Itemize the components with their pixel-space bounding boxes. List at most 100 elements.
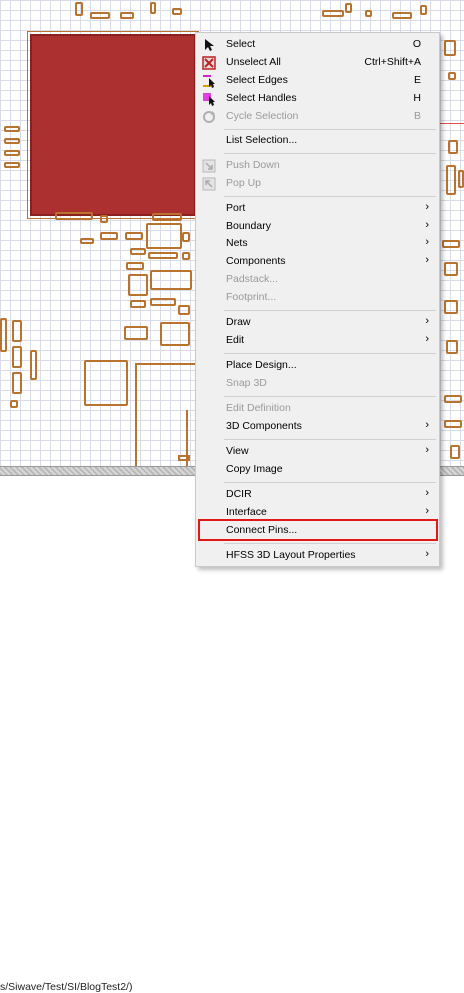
pad[interactable] (55, 212, 93, 220)
menu-separator (224, 196, 436, 197)
menu-item-hfss-3d-layout-properties[interactable]: HFSS 3D Layout Properties › (196, 547, 439, 565)
pad[interactable] (442, 240, 460, 248)
pad[interactable] (444, 395, 462, 403)
pad[interactable] (4, 126, 20, 132)
menu-item-copy-image[interactable]: Copy Image (196, 461, 439, 479)
submenu-arrow-icon: › (425, 219, 429, 231)
pad[interactable] (120, 12, 134, 19)
pad[interactable] (392, 12, 412, 19)
pad[interactable] (152, 213, 182, 221)
pad[interactable] (448, 72, 456, 80)
pad[interactable] (444, 40, 456, 56)
pad[interactable] (124, 326, 148, 340)
submenu-arrow-icon: › (425, 315, 429, 327)
submenu-arrow-icon: › (425, 444, 429, 456)
pad[interactable] (100, 232, 118, 240)
pad[interactable] (150, 2, 156, 14)
menu-item-nets[interactable]: Nets › (196, 235, 439, 253)
submenu-arrow-icon: › (425, 201, 429, 213)
menu-item-components[interactable]: Components › (196, 253, 439, 271)
pad[interactable] (12, 346, 22, 368)
pad[interactable] (126, 262, 144, 270)
pad[interactable] (446, 340, 458, 354)
pad[interactable] (450, 445, 460, 459)
menu-item-place-design[interactable]: Place Design... (196, 357, 439, 375)
pad[interactable] (182, 232, 190, 242)
pad[interactable] (4, 162, 20, 168)
push-down-icon (202, 159, 216, 173)
pad[interactable] (444, 300, 458, 314)
pad[interactable] (90, 12, 110, 19)
pad[interactable] (322, 10, 344, 17)
pad[interactable] (30, 350, 37, 380)
pad[interactable] (4, 150, 20, 156)
pad[interactable] (146, 223, 182, 249)
context-menu[interactable]: Select O Unselect All Ctrl+Shift+A Selec… (195, 32, 440, 567)
menu-separator (224, 353, 436, 354)
copper-plane[interactable] (30, 34, 196, 216)
pad[interactable] (150, 298, 176, 306)
pad[interactable] (446, 165, 456, 195)
pad[interactable] (100, 215, 108, 223)
pad[interactable] (4, 138, 20, 144)
trace (135, 363, 195, 365)
pad[interactable] (12, 372, 22, 394)
menu-item-port[interactable]: Port › (196, 200, 439, 218)
pop-up-icon (202, 177, 216, 191)
menu-item-boundary[interactable]: Boundary › (196, 218, 439, 236)
trace (135, 363, 137, 466)
cursor-arrow-icon (202, 38, 216, 52)
pad[interactable] (444, 262, 458, 276)
menu-item-3d-components[interactable]: 3D Components › (196, 418, 439, 436)
pad[interactable] (148, 252, 178, 259)
menu-item-footprint[interactable]: Footprint... (196, 289, 439, 307)
submenu-arrow-icon: › (425, 487, 429, 499)
menu-item-select-handles[interactable]: Select Handles H (196, 90, 439, 108)
menu-separator (224, 439, 436, 440)
pad[interactable] (182, 252, 190, 260)
menu-item-cycle-selection[interactable]: Cycle Selection B (196, 108, 439, 126)
menu-item-unselect-all[interactable]: Unselect All Ctrl+Shift+A (196, 54, 439, 72)
pad[interactable] (150, 270, 192, 290)
pad[interactable] (12, 320, 22, 342)
pad[interactable] (420, 5, 427, 15)
submenu-arrow-icon: › (425, 419, 429, 431)
pad[interactable] (178, 455, 190, 461)
menu-item-edit-definition[interactable]: Edit Definition (196, 400, 439, 418)
pad[interactable] (130, 248, 146, 255)
trace (440, 123, 464, 124)
menu-item-select-edges[interactable]: Select Edges E (196, 72, 439, 90)
menu-separator (224, 396, 436, 397)
pad[interactable] (345, 3, 352, 13)
menu-item-list-selection[interactable]: List Selection... (196, 132, 439, 150)
pad[interactable] (0, 318, 7, 352)
pad[interactable] (172, 8, 182, 15)
pad[interactable] (80, 238, 94, 244)
pad[interactable] (128, 274, 148, 296)
menu-item-padstack[interactable]: Padstack... (196, 271, 439, 289)
select-edges-icon (202, 74, 216, 88)
pad[interactable] (448, 140, 458, 154)
pad[interactable] (365, 10, 372, 17)
menu-item-push-down[interactable]: Push Down (196, 157, 439, 175)
pad[interactable] (444, 420, 462, 428)
pad[interactable] (178, 305, 190, 315)
menu-separator (224, 153, 436, 154)
menu-item-draw[interactable]: Draw › (196, 314, 439, 332)
submenu-arrow-icon: › (425, 548, 429, 560)
project-path-text: s/Siwave/Test/SI/BlogTest2/) (0, 981, 133, 993)
menu-item-view[interactable]: View › (196, 443, 439, 461)
pad[interactable] (130, 300, 146, 308)
menu-item-dcir[interactable]: DCIR › (196, 486, 439, 504)
pad[interactable] (160, 322, 190, 346)
menu-item-edit[interactable]: Edit › (196, 332, 439, 350)
select-handles-icon (202, 92, 216, 106)
pad[interactable] (125, 232, 143, 240)
menu-item-select[interactable]: Select O (196, 36, 439, 54)
pad[interactable] (10, 400, 18, 408)
pad[interactable] (458, 170, 464, 188)
pad[interactable] (84, 360, 128, 406)
menu-item-snap-3d[interactable]: Snap 3D (196, 375, 439, 393)
menu-item-pop-up[interactable]: Pop Up (196, 175, 439, 193)
pad[interactable] (75, 2, 83, 16)
